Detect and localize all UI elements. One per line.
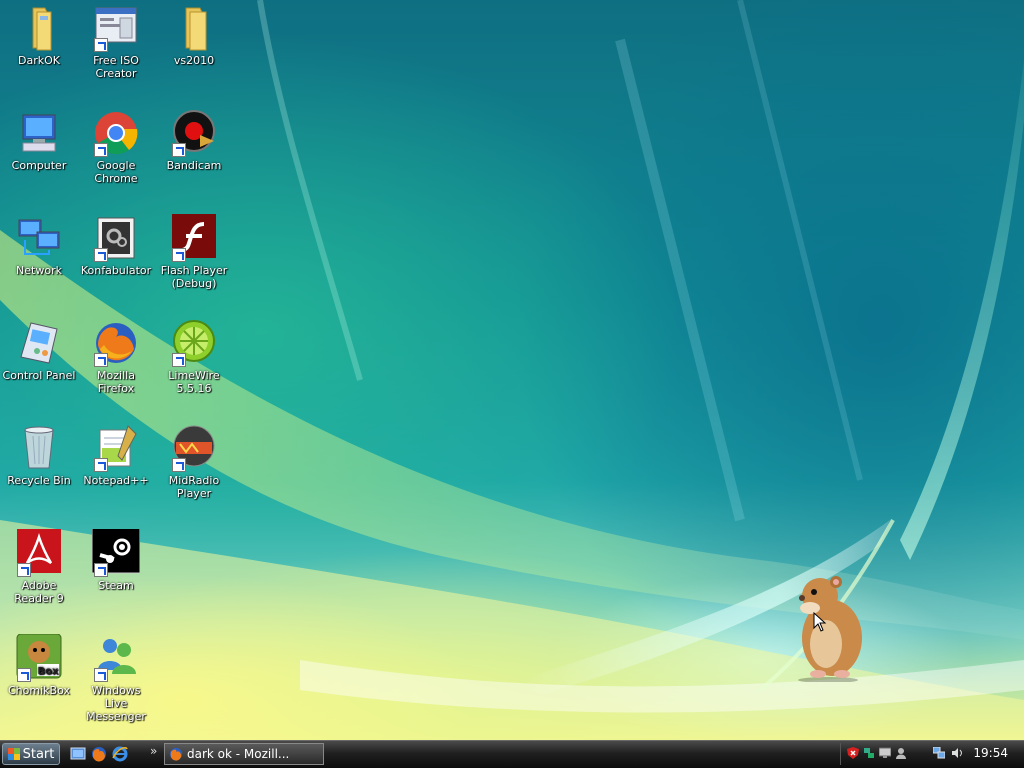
start-label: Start [22, 746, 55, 762]
desktop-icon-midradio[interactable]: MidRadio Player [155, 424, 233, 500]
firefox-quicklaunch-icon[interactable] [91, 746, 107, 762]
midradio-icon [170, 424, 218, 472]
show-desktop-icon[interactable] [70, 746, 86, 762]
shortcut-arrow-icon [94, 458, 108, 472]
quicklaunch-overflow-button[interactable]: » [150, 744, 157, 758]
firefox-icon [92, 319, 140, 367]
konfabulator-icon [92, 214, 140, 262]
system-tray: 19:54 [840, 743, 1022, 765]
flash-icon [170, 214, 218, 262]
connection-icon[interactable] [933, 747, 945, 759]
desktop-icon-control-panel[interactable]: Control Panel [0, 319, 78, 382]
shortcut-arrow-icon [172, 458, 186, 472]
network-tray-icon[interactable] [863, 747, 875, 759]
shortcut-arrow-icon [94, 38, 108, 52]
chrome-icon [92, 109, 140, 157]
desktop-icon-recycle-bin[interactable]: Recycle Bin [0, 424, 78, 487]
shortcut-arrow-icon [94, 563, 108, 577]
shortcut-arrow-icon [94, 668, 108, 682]
shortcut-arrow-icon [17, 668, 31, 682]
iso-creator-icon [92, 4, 140, 52]
shortcut-arrow-icon [172, 248, 186, 262]
messenger-icon [92, 634, 140, 682]
desktop-icon-computer[interactable]: Computer [0, 109, 78, 172]
desktop-icon-google-chrome[interactable]: Google Chrome [77, 109, 155, 185]
network-icon [15, 214, 63, 262]
control-panel-icon [15, 319, 63, 367]
desktop-icon-steam[interactable]: Steam [77, 526, 155, 592]
user-icon[interactable] [895, 747, 907, 759]
taskbar: Start » dark ok - Mozill... 19:54 [0, 740, 1024, 768]
clock[interactable]: 19:54 [973, 746, 1008, 760]
recycle-bin-icon [15, 424, 63, 472]
taskbar-button-label: dark ok - Mozill... [187, 747, 290, 761]
chomikbox-icon: Box [15, 633, 63, 682]
display-icon[interactable] [879, 747, 891, 759]
desktop-icon-mozilla-firefox[interactable]: Mozilla Firefox [77, 319, 155, 395]
desktop-icon-limewire[interactable]: LimeWire 5.5.16 [155, 319, 233, 395]
desktop-icon-adobe-reader[interactable]: Adobe Reader 9 [0, 529, 78, 605]
bandicam-icon [170, 109, 218, 157]
steam-icon [91, 526, 141, 577]
desktop-icon-konfabulator[interactable]: Konfabulator [77, 214, 155, 277]
shortcut-arrow-icon [172, 143, 186, 157]
firefox-icon [169, 747, 183, 761]
ie-icon[interactable] [112, 746, 128, 762]
shortcut-arrow-icon [172, 353, 186, 367]
desktop-icon-network[interactable]: Network [0, 214, 78, 277]
desktop-icon-windows-live-messenger[interactable]: Windows Live Messenger [77, 634, 155, 723]
desktop-icon-darkok[interactable]: DarkOK [0, 4, 78, 67]
desktop[interactable]: DarkOK Free ISO Creator vs2010 Computer … [0, 0, 1024, 740]
taskbar-button-firefox[interactable]: dark ok - Mozill... [164, 743, 324, 765]
desktop-icon-bandicam[interactable]: Bandicam [155, 109, 233, 172]
adobe-reader-icon [15, 529, 63, 577]
desktop-icon-notepadpp[interactable]: Notepad++ [77, 424, 155, 487]
limewire-icon [170, 319, 218, 367]
desktop-icon-chomikbox[interactable]: Box ChomikBox [0, 633, 78, 697]
start-button[interactable]: Start [2, 743, 60, 765]
hamster-desktop-pet[interactable] [788, 572, 868, 682]
desktop-icon-free-iso-creator[interactable]: Free ISO Creator [77, 4, 155, 80]
folder-icon [170, 4, 218, 52]
desktop-icon-vs2010[interactable]: vs2010 [155, 4, 233, 67]
shortcut-arrow-icon [17, 563, 31, 577]
shortcut-arrow-icon [94, 248, 108, 262]
notepadpp-icon [92, 424, 140, 472]
mouse-cursor-icon [813, 612, 827, 632]
desktop-icon-flash-player[interactable]: Flash Player (Debug) [155, 214, 233, 290]
shortcut-arrow-icon [94, 143, 108, 157]
volume-icon[interactable] [951, 747, 963, 759]
computer-icon [15, 109, 63, 157]
shortcut-arrow-icon [94, 353, 108, 367]
windows-logo-icon [7, 748, 20, 760]
svg-text:Box: Box [38, 666, 59, 677]
security-alert-icon[interactable] [847, 747, 859, 759]
folder-icon [15, 4, 63, 52]
